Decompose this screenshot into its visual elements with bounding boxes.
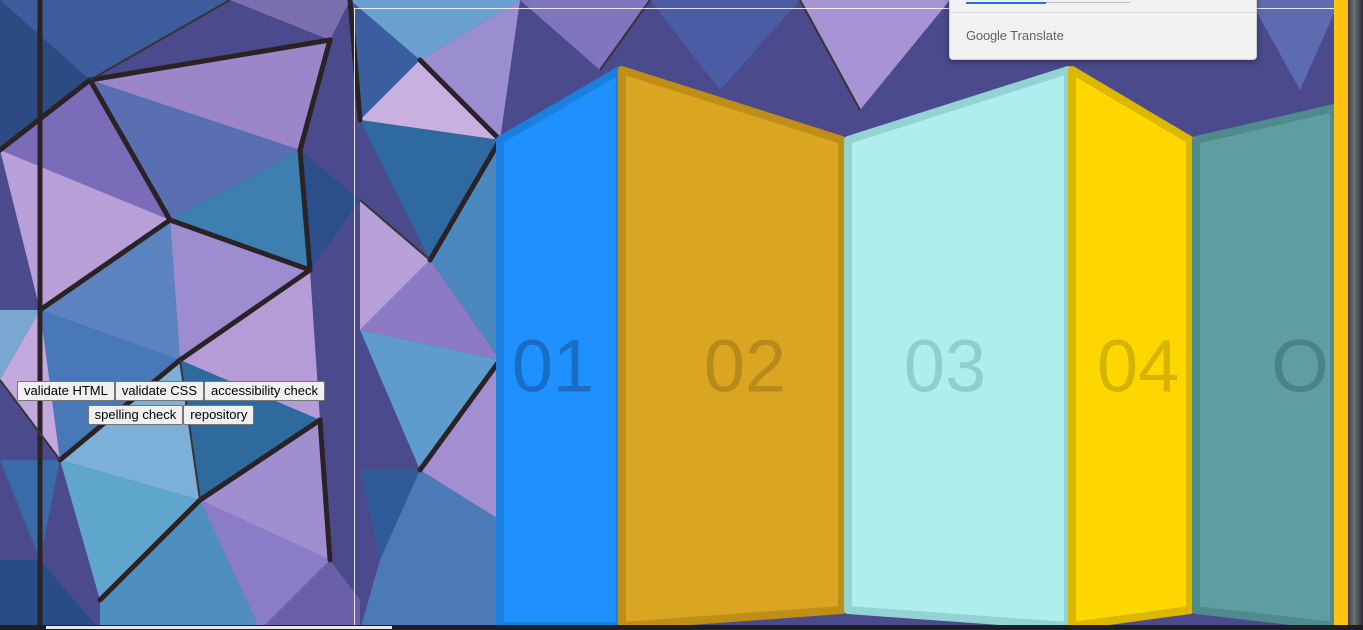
- folded-panels: 01 02 03 04 O: [496, 66, 1338, 630]
- google-logo-text: Google: [966, 28, 1007, 43]
- validate-css-button[interactable]: validate CSS: [114, 380, 205, 401]
- panel-01[interactable]: 01: [496, 66, 624, 630]
- panel-label-02: 02: [704, 325, 786, 408]
- spelling-check-button[interactable]: spelling check: [87, 404, 184, 425]
- google-translate-brand[interactable]: Google Translate: [966, 28, 1064, 43]
- right-edge-strip: [1348, 0, 1363, 626]
- repository-button[interactable]: repository: [183, 404, 255, 425]
- accent-strip: [1334, 0, 1348, 626]
- panel-02[interactable]: 02: [618, 66, 846, 630]
- google-translate-widget[interactable]: Google Translate: [949, 0, 1257, 60]
- bottom-scrollbar[interactable]: [0, 625, 1363, 630]
- translate-tab-active[interactable]: [966, 2, 1046, 4]
- panel-05[interactable]: O: [1192, 104, 1338, 630]
- validation-tools: validate HTML validate CSS accessibility c…: [10, 379, 332, 427]
- panel-label-05: O: [1271, 325, 1329, 408]
- translate-divider: [950, 12, 1256, 13]
- panel-label-04: 04: [1097, 325, 1179, 408]
- translate-text: Translate: [1010, 28, 1064, 43]
- scrollbar-thumb[interactable]: [46, 626, 392, 629]
- panel-label-01: 01: [512, 325, 594, 408]
- validate-html-button[interactable]: validate HTML: [17, 380, 115, 401]
- accessibility-check-button[interactable]: accessibility check: [204, 380, 325, 401]
- panel-04[interactable]: 04: [1068, 66, 1194, 630]
- panel-03[interactable]: 03: [844, 66, 1072, 630]
- panel-label-03: 03: [904, 325, 986, 408]
- translate-tab-inactive[interactable]: [1046, 2, 1130, 3]
